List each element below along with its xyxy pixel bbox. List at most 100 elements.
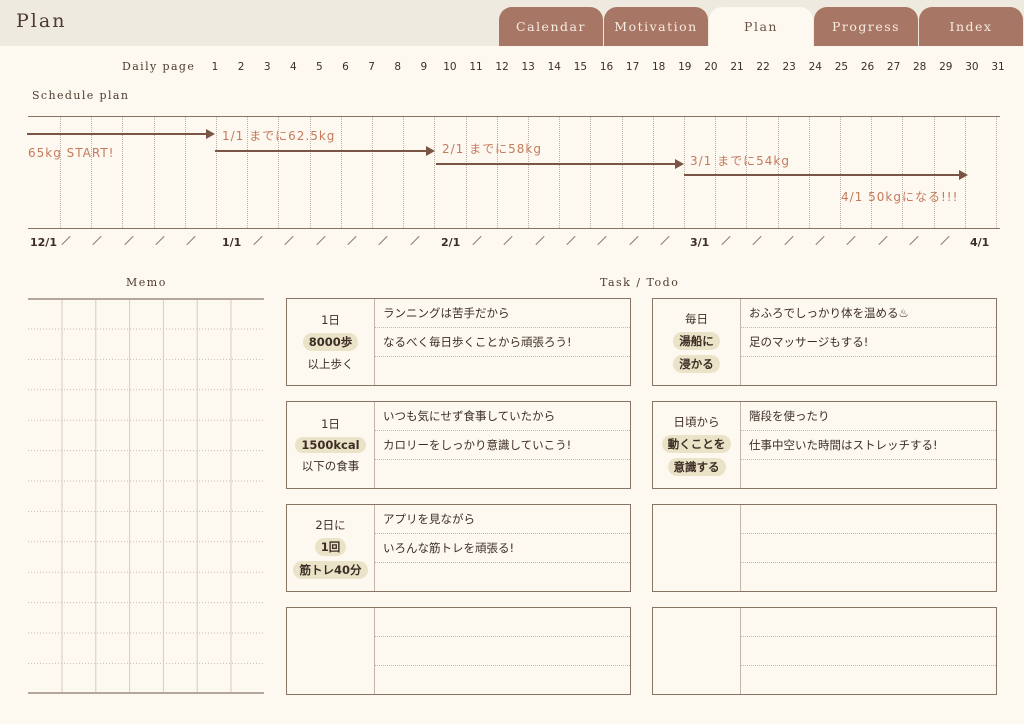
daily-page-link-8[interactable]: 8 xyxy=(388,61,408,73)
tab-index[interactable]: Index xyxy=(919,7,1023,46)
daily-page-link-18[interactable]: 18 xyxy=(649,61,669,73)
date-divider-slash xyxy=(472,235,482,246)
daily-page-link-27[interactable]: 27 xyxy=(884,61,904,73)
tab-plan[interactable]: Plan xyxy=(709,7,813,46)
daily-page-link-3[interactable]: 3 xyxy=(257,61,277,73)
daily-page-link-2[interactable]: 2 xyxy=(231,61,251,73)
arrow-head-icon xyxy=(959,170,968,180)
date-mark: 12/1 xyxy=(30,236,57,249)
task-note-line[interactable] xyxy=(375,608,630,637)
daily-page-link-19[interactable]: 19 xyxy=(675,61,695,73)
daily-page-link-15[interactable]: 15 xyxy=(570,61,590,73)
daily-page-link-4[interactable]: 4 xyxy=(283,61,303,73)
arrow-head-icon xyxy=(206,129,215,139)
daily-page-link-26[interactable]: 26 xyxy=(858,61,878,73)
daily-page-link-14[interactable]: 14 xyxy=(544,61,564,73)
task-note-line[interactable]: 足のマッサージもする! xyxy=(741,328,996,357)
milestone-goal: 4/1 50kgになる!!! xyxy=(841,190,959,204)
daily-page-link-22[interactable]: 22 xyxy=(753,61,773,73)
task-goal-line: 毎日 xyxy=(685,312,708,326)
task-note-line[interactable]: いつも気にせず食事していたから xyxy=(375,402,630,431)
task-note-line[interactable]: 階段を使ったり xyxy=(741,402,996,431)
task-note-line[interactable]: ランニングは苦手だから xyxy=(375,299,630,328)
daily-page-link-17[interactable]: 17 xyxy=(623,61,643,73)
task-card[interactable] xyxy=(652,607,997,695)
date-divider-slash xyxy=(752,235,762,246)
task-card[interactable]: 毎日 湯船に 浸かる おふろでしっかり体を温める♨ 足のマッサージもする! xyxy=(652,298,997,386)
daily-page-link-28[interactable]: 28 xyxy=(910,61,930,73)
date-mark: 3/1 xyxy=(690,236,710,249)
tab-progress[interactable]: Progress xyxy=(814,7,918,46)
task-note-line[interactable] xyxy=(741,563,996,592)
date-divider-slash xyxy=(92,235,102,246)
daily-page-link-23[interactable]: 23 xyxy=(779,61,799,73)
task-note-line[interactable] xyxy=(375,666,630,695)
daily-page-link-20[interactable]: 20 xyxy=(701,61,721,73)
date-divider-slash xyxy=(660,235,670,246)
task-card[interactable] xyxy=(652,504,997,592)
date-divider-slash xyxy=(877,235,888,246)
daily-page-link-6[interactable]: 6 xyxy=(336,61,356,73)
daily-page-link-5[interactable]: 5 xyxy=(309,61,329,73)
task-note-line[interactable]: いろんな筋トレを頑張る! xyxy=(375,534,630,563)
task-note-line[interactable]: なるべく毎日歩くことから頑張ろう! xyxy=(375,328,630,357)
task-note-line[interactable] xyxy=(741,666,996,695)
memo-grid[interactable] xyxy=(28,298,264,694)
task-note-line[interactable] xyxy=(741,357,996,386)
daily-page-link-24[interactable]: 24 xyxy=(805,61,825,73)
schedule-top-rule xyxy=(28,116,1000,117)
task-note-line[interactable]: おふろでしっかり体を温める♨ xyxy=(741,299,996,328)
task-card[interactable] xyxy=(286,607,631,695)
tab-motivation[interactable]: Motivation xyxy=(604,7,708,46)
task-note-line[interactable] xyxy=(741,505,996,534)
daily-page-link-7[interactable]: 7 xyxy=(362,61,382,73)
daily-page-link-30[interactable]: 30 xyxy=(962,61,982,73)
daily-page-link-25[interactable]: 25 xyxy=(831,61,851,73)
task-card[interactable]: 1日 8000歩 以上歩く ランニングは苦手だから なるべく毎日歩くことから頑張ろう! xyxy=(286,298,631,386)
date-divider-slash xyxy=(628,235,639,246)
date-divider-slash xyxy=(123,235,134,246)
date-mark: 4/1 xyxy=(970,236,990,249)
task-goal-line: 1500kcal xyxy=(295,437,366,453)
task-goal: 1日 8000歩 以上歩く xyxy=(287,299,375,385)
schedule-grid-line xyxy=(933,117,935,228)
task-goal xyxy=(287,608,375,694)
daily-page-link-16[interactable]: 16 xyxy=(597,61,617,73)
task-note-line[interactable]: アプリを見ながら xyxy=(375,505,630,534)
task-card[interactable]: 日頃から 動くことを 意識する 階段を使ったり 仕事中空いた時間はストレッチする! xyxy=(652,401,997,489)
schedule-grid-line xyxy=(840,117,841,228)
arrow-segment xyxy=(27,133,207,135)
schedule-grid-line xyxy=(216,117,217,228)
daily-page-link-29[interactable]: 29 xyxy=(936,61,956,73)
date-divider-slash xyxy=(721,235,731,246)
schedule-grid-line xyxy=(746,117,748,228)
arrow-segment xyxy=(436,163,676,165)
date-divider-slash xyxy=(409,235,420,246)
daily-page-link-31[interactable]: 31 xyxy=(988,61,1008,73)
daily-page-link-10[interactable]: 10 xyxy=(440,61,460,73)
daily-page-link-13[interactable]: 13 xyxy=(518,61,538,73)
daily-page-link-9[interactable]: 9 xyxy=(414,61,434,73)
task-note-line[interactable] xyxy=(375,460,630,489)
task-note-line[interactable] xyxy=(741,534,996,563)
task-note-line[interactable] xyxy=(741,460,996,489)
task-card[interactable]: 1日 1500kcal 以下の食事 いつも気にせず食事していたから カロリーをしっかり意… xyxy=(286,401,631,489)
task-card[interactable]: 2日に 1回 筋トレ40分 アプリを見ながら いろんな筋トレを頑張る! xyxy=(286,504,631,592)
task-note-line[interactable] xyxy=(741,608,996,637)
task-note-line[interactable] xyxy=(375,637,630,666)
date-divider-slash xyxy=(284,235,294,246)
schedule-grid-line xyxy=(590,117,592,228)
daily-page-link-12[interactable]: 12 xyxy=(492,61,512,73)
daily-page-link-21[interactable]: 21 xyxy=(727,61,747,73)
task-note-line[interactable] xyxy=(375,357,630,386)
daily-page-link-11[interactable]: 11 xyxy=(466,61,486,73)
tab-calendar[interactable]: Calendar xyxy=(499,7,603,46)
schedule-grid-line xyxy=(715,117,717,228)
task-note-line[interactable]: カロリーをしっかり意識していこう! xyxy=(375,431,630,460)
schedule-plan-label: Schedule plan xyxy=(32,89,130,102)
daily-page-link-1[interactable]: 1 xyxy=(205,61,225,73)
task-note-line[interactable]: 仕事中空いた時間はストレッチする! xyxy=(741,431,996,460)
task-note-line[interactable] xyxy=(375,563,630,592)
schedule-bottom-rule xyxy=(28,228,1000,229)
task-note-line[interactable] xyxy=(741,637,996,666)
